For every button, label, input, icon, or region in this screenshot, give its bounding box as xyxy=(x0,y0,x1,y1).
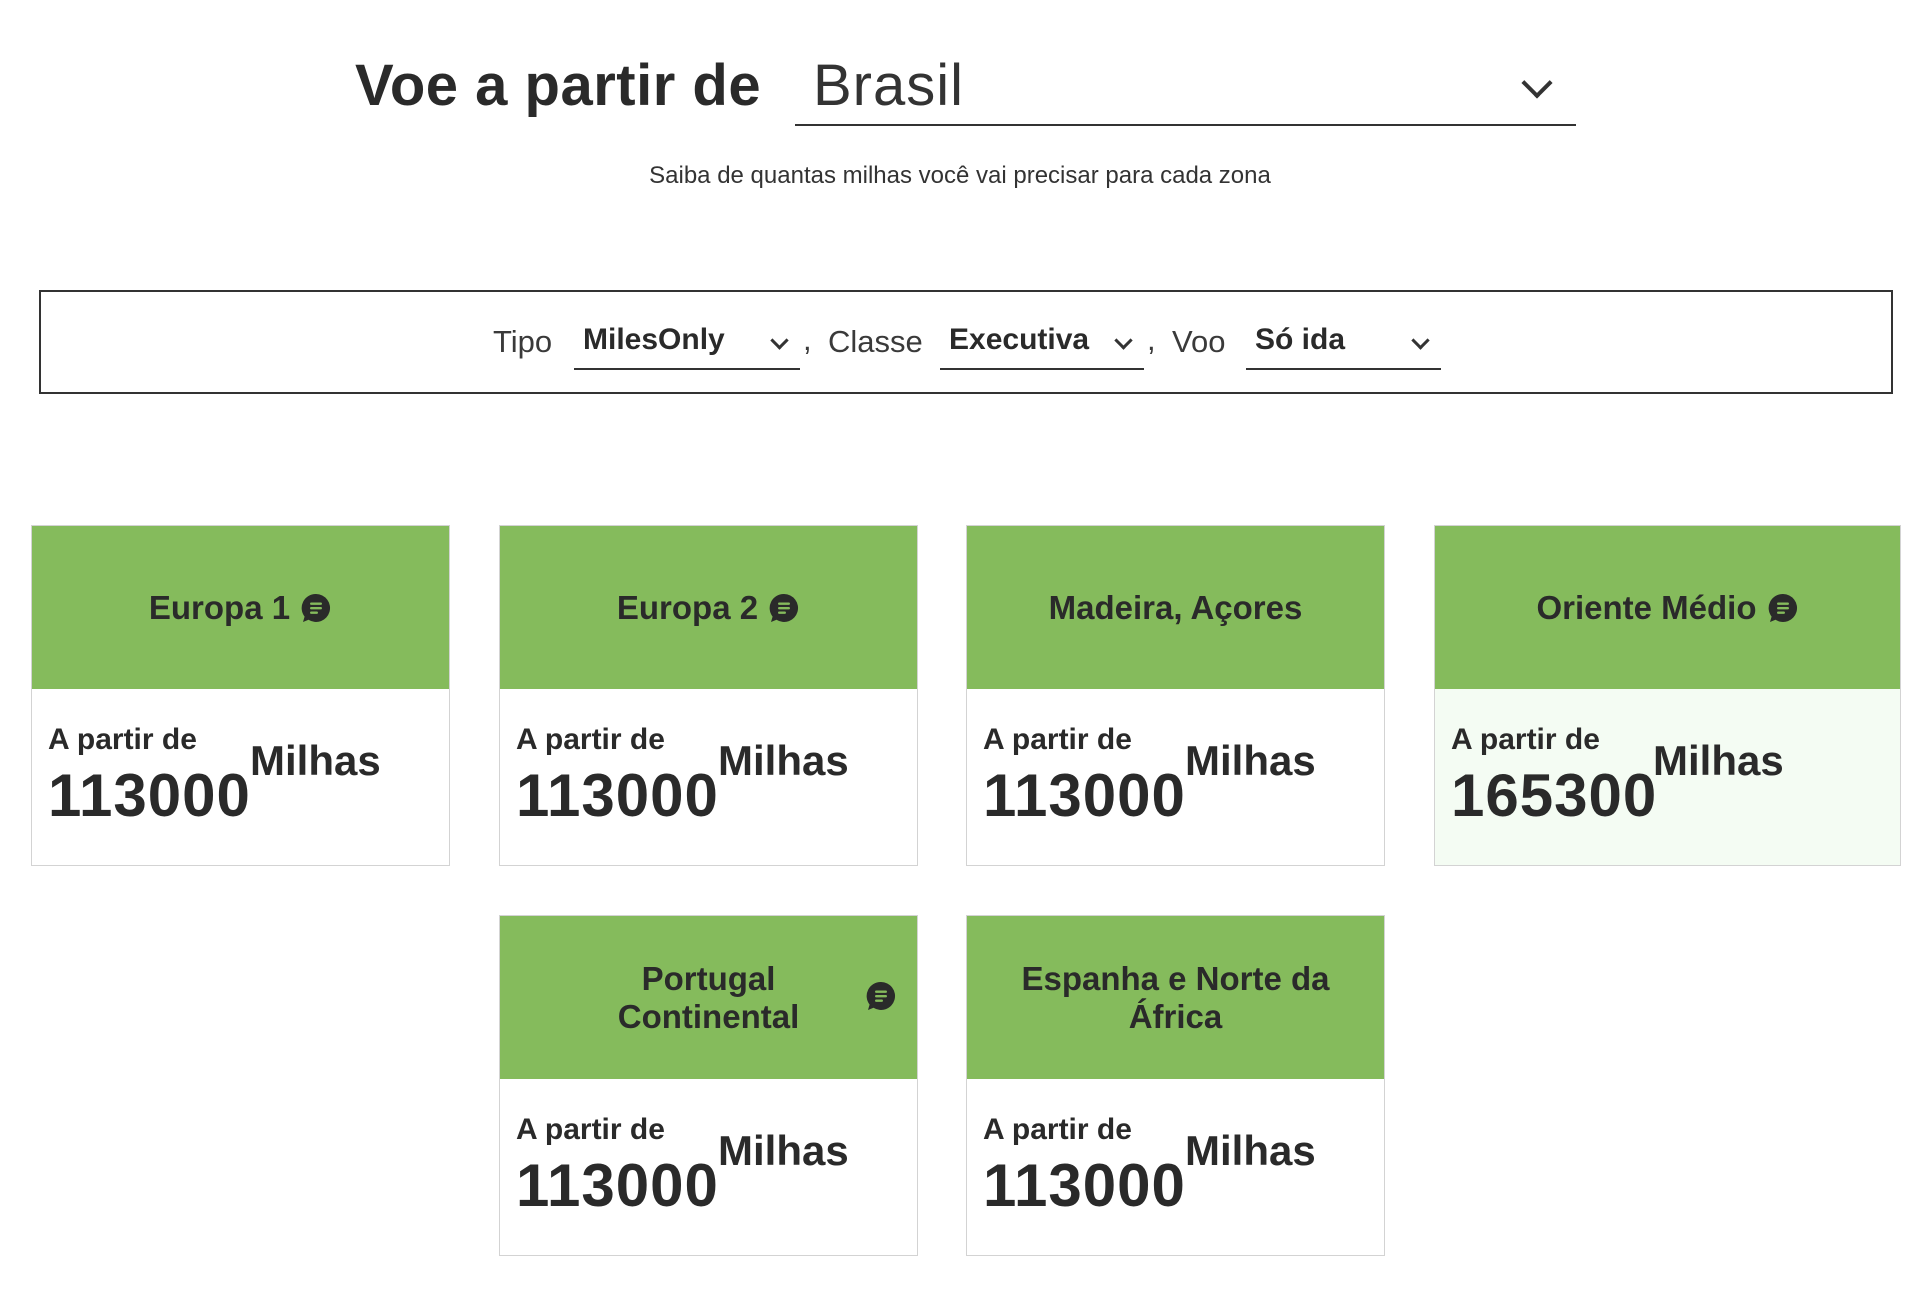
miles-value: 113000 xyxy=(516,762,719,829)
country-select-value: Brasil xyxy=(813,53,965,118)
page-title: Voe a partir de xyxy=(355,53,762,118)
zone-card-body: A partir de 113000 Milhas xyxy=(967,1079,1384,1255)
zone-title: Oriente Médio xyxy=(1536,589,1798,627)
subtitle: Saiba de quantas milhas você vai precisa… xyxy=(649,162,1271,189)
classe-select[interactable]: Executiva xyxy=(940,314,1144,370)
origin-header: Voe a partir de Brasil Saiba de quantas … xyxy=(0,0,1920,240)
voo-label: Voo xyxy=(1172,324,1226,359)
miles-unit: Milhas xyxy=(1653,737,1784,784)
tipo-select-value: MilesOnly xyxy=(583,323,725,356)
tipo-select[interactable]: MilesOnly xyxy=(574,314,800,370)
from-label: A partir de xyxy=(516,1113,665,1146)
zone-title: Espanha e Norte da África xyxy=(1021,959,1330,1035)
miles-unit: Milhas xyxy=(1185,1127,1316,1174)
classe-select-value: Executiva xyxy=(949,323,1090,356)
zone-card-header: Portugal Continental xyxy=(500,916,917,1079)
chevron-down-icon xyxy=(1521,67,1553,99)
zone-card-madeira-acores[interactable]: Madeira, Açores A partir de 113000 Milha… xyxy=(966,525,1385,866)
chat-bubble-icon[interactable] xyxy=(1767,592,1799,624)
chat-bubble-icon[interactable] xyxy=(865,980,897,1012)
zone-card-header: Europa 1 xyxy=(32,526,449,689)
miles-unit: Milhas xyxy=(1185,737,1316,784)
chat-bubble-icon[interactable] xyxy=(300,592,332,624)
from-label: A partir de xyxy=(1451,723,1600,756)
zone-card-oriente-medio[interactable]: Oriente Médio A partir de 165300 Milhas xyxy=(1434,525,1901,866)
zone-card-header: Oriente Médio xyxy=(1435,526,1900,689)
miles-unit: Milhas xyxy=(718,737,849,784)
zone-card-europa-2[interactable]: Europa 2 A partir de 113000 Milhas xyxy=(499,525,918,866)
zone-card-header: Europa 2 xyxy=(500,526,917,689)
miles-value: 165300 xyxy=(1451,762,1658,829)
chevron-down-icon xyxy=(1114,331,1133,350)
from-label: A partir de xyxy=(983,723,1132,756)
zone-card-espanha-norte-africa[interactable]: Espanha e Norte da África A partir de 11… xyxy=(966,915,1385,1256)
classe-label: Classe xyxy=(828,324,923,359)
zone-card-europa-1[interactable]: Europa 1 A partir de 113000 Milhas xyxy=(31,525,450,866)
zone-title: Europa 2 xyxy=(617,589,800,627)
miles-value: 113000 xyxy=(983,1152,1186,1219)
zone-card-body: A partir de 113000 Milhas xyxy=(500,689,917,865)
country-select[interactable]: Brasil xyxy=(795,52,1576,126)
zone-card-header: Espanha e Norte da África xyxy=(967,916,1384,1079)
zone-card-body: A partir de 113000 Milhas xyxy=(32,689,449,865)
from-label: A partir de xyxy=(48,723,197,756)
chevron-down-icon xyxy=(770,331,789,350)
zone-card-body: A partir de 165300 Milhas xyxy=(1435,689,1900,865)
miles-value: 113000 xyxy=(48,762,251,829)
zone-card-body: A partir de 113000 Milhas xyxy=(967,689,1384,865)
chevron-down-icon xyxy=(1411,331,1430,350)
voo-select[interactable]: Só ida xyxy=(1246,314,1441,370)
miles-unit: Milhas xyxy=(250,737,381,784)
zone-card-header: Madeira, Açores xyxy=(967,526,1384,689)
tipo-label: Tipo xyxy=(493,324,553,359)
miles-value: 113000 xyxy=(516,1152,719,1219)
from-label: A partir de xyxy=(983,1113,1132,1146)
zone-card-body: A partir de 113000 Milhas xyxy=(500,1079,917,1255)
zone-title: Europa 1 xyxy=(149,589,332,627)
zone-title: Madeira, Açores xyxy=(1048,588,1303,626)
miles-value: 113000 xyxy=(983,762,1186,829)
zone-card-portugal-continental[interactable]: Portugal Continental A partir de 113000 … xyxy=(499,915,918,1256)
filter-bar: Tipo MilesOnly , Classe Executiva , Voo … xyxy=(39,290,1893,394)
separator: , xyxy=(1147,322,1156,357)
separator: , xyxy=(803,322,812,357)
miles-unit: Milhas xyxy=(718,1127,849,1174)
chat-bubble-icon[interactable] xyxy=(768,592,800,624)
from-label: A partir de xyxy=(516,723,665,756)
voo-select-value: Só ida xyxy=(1255,323,1346,356)
zone-title: Portugal Continental xyxy=(617,959,800,1035)
